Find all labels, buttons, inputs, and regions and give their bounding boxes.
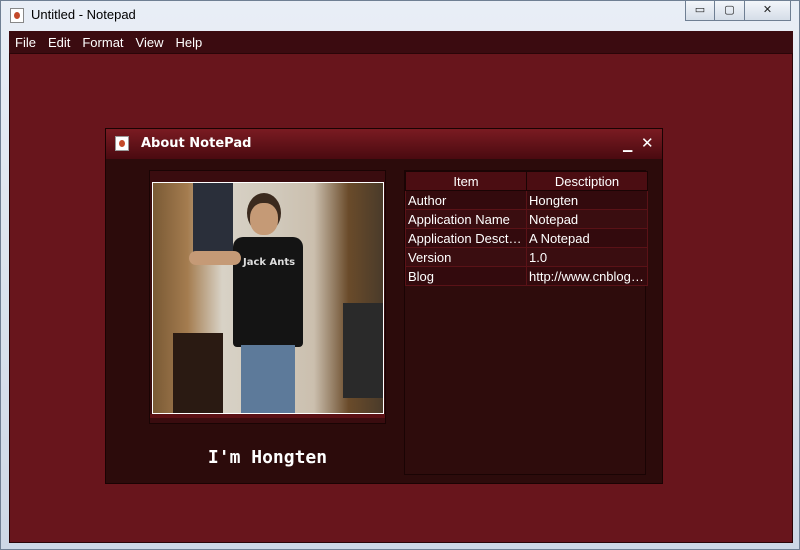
- table-cell[interactable]: Application Desctiption: [405, 228, 527, 248]
- photo-face: [250, 203, 278, 235]
- table-cell[interactable]: Notepad: [526, 209, 648, 229]
- about-dialog-title: About NotePad: [141, 136, 252, 151]
- menu-view[interactable]: View: [130, 35, 170, 50]
- close-button[interactable]: ✕: [745, 1, 791, 21]
- table-header-row: Item Desctiption: [405, 171, 648, 191]
- table-cell[interactable]: Author: [405, 190, 527, 210]
- table-row[interactable]: Application Name Notepad: [405, 209, 648, 229]
- minimize-button[interactable]: ▭: [685, 1, 715, 21]
- table-cell[interactable]: Version: [405, 247, 527, 267]
- photo-panel: Jack Ants: [149, 170, 386, 424]
- table-cell[interactable]: Application Name: [405, 209, 527, 229]
- menu-format[interactable]: Format: [76, 35, 129, 50]
- dialog-minimize-button[interactable]: ▁: [623, 138, 632, 152]
- photo-shirt-text: Jack Ants: [243, 257, 296, 268]
- notepad-window: Untitled - Notepad ▭ ▢ ✕ File Edit Forma…: [0, 0, 800, 550]
- photo-divider: [150, 414, 385, 418]
- table-row[interactable]: Application Desctiption A Notepad: [405, 228, 648, 248]
- menu-help[interactable]: Help: [169, 35, 208, 50]
- photo-jacket: [193, 183, 233, 253]
- window-controls: ▭ ▢ ✕: [685, 1, 791, 21]
- menu-file[interactable]: File: [9, 35, 42, 50]
- photo-chair: [173, 333, 223, 413]
- table-cell[interactable]: Hongten: [526, 190, 648, 210]
- photo-arm: [189, 251, 241, 265]
- info-table: Item Desctiption Author Hongten Applicat…: [405, 171, 648, 286]
- info-table-panel: Item Desctiption Author Hongten Applicat…: [404, 170, 648, 475]
- column-header-item[interactable]: Item: [405, 171, 527, 191]
- table-cell[interactable]: http://www.cnblogs.com/hongten: [526, 266, 648, 286]
- photo-coat: [343, 303, 383, 398]
- photo-jeans: [241, 345, 295, 413]
- author-photo: Jack Ants: [152, 182, 384, 414]
- about-dialog-titlebar[interactable]: About NotePad ▁ ✕: [106, 129, 662, 159]
- menu-bar: File Edit Format View Help: [9, 31, 793, 53]
- java-app-icon: [115, 136, 129, 151]
- table-cell[interactable]: 1.0: [526, 247, 648, 267]
- table-row[interactable]: Author Hongten: [405, 190, 648, 210]
- menu-edit[interactable]: Edit: [42, 35, 76, 50]
- table-cell[interactable]: Blog: [405, 266, 527, 286]
- photo-person: Jack Ants: [189, 193, 305, 413]
- author-caption: I'm Hongten: [207, 447, 328, 468]
- maximize-button[interactable]: ▢: [715, 1, 745, 21]
- window-title: Untitled - Notepad: [31, 7, 136, 22]
- java-app-icon: [10, 8, 24, 23]
- about-dialog: About NotePad ▁ ✕ Jack Ants I'm Hongten …: [105, 128, 663, 484]
- table-cell[interactable]: A Notepad: [526, 228, 648, 248]
- table-row[interactable]: Blog http://www.cnblogs.com/hongten: [405, 266, 648, 286]
- table-row[interactable]: Version 1.0: [405, 247, 648, 267]
- dialog-close-button[interactable]: ✕: [641, 134, 654, 152]
- photo-shirt: [233, 237, 303, 347]
- column-header-description[interactable]: Desctiption: [526, 171, 648, 191]
- window-titlebar[interactable]: Untitled - Notepad ▭ ▢ ✕: [1, 1, 799, 31]
